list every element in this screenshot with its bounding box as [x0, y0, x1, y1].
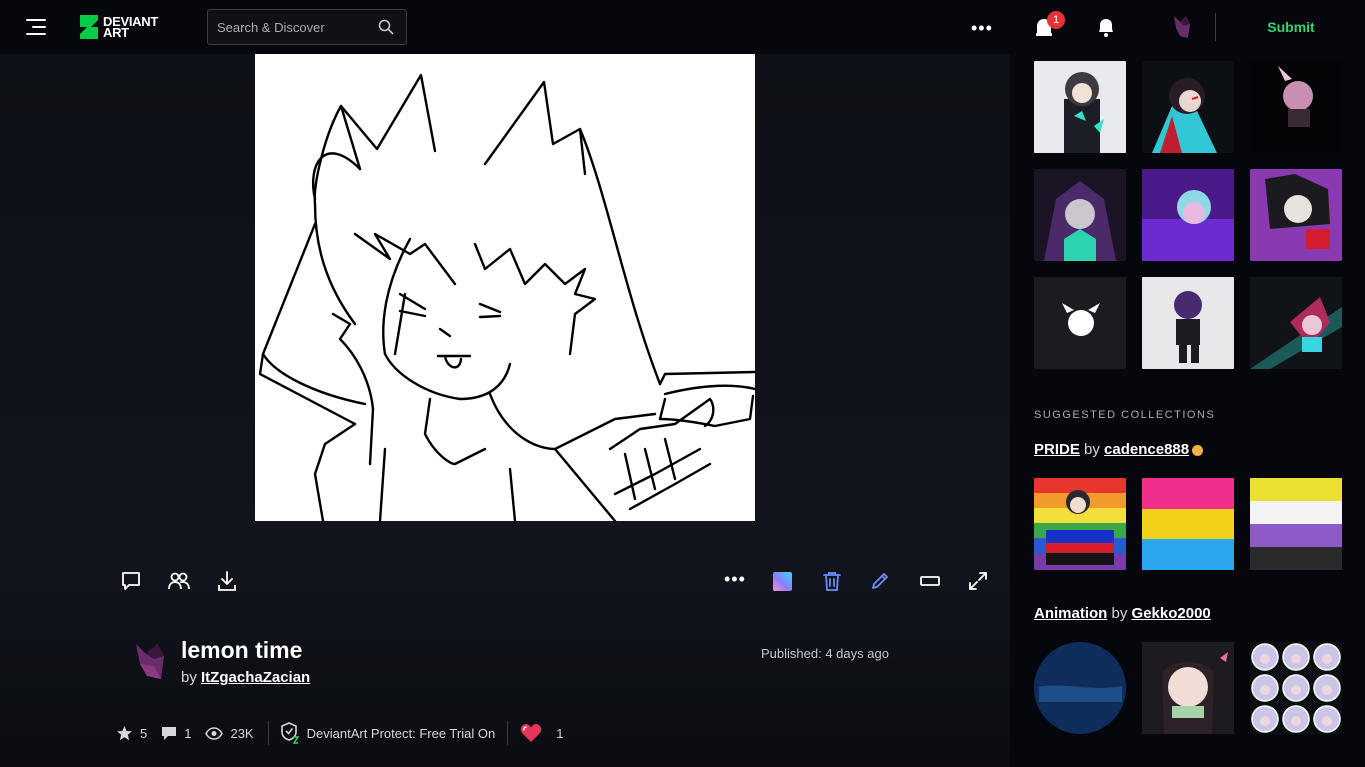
header-divider [1215, 13, 1216, 41]
download-icon[interactable] [216, 570, 238, 592]
comments-stat[interactable]: 1 [161, 726, 191, 741]
collection-thumb[interactable] [1142, 478, 1234, 570]
deviantart-logo[interactable]: DEVIANT ART [79, 14, 158, 40]
logo-text: DEVIANT ART [103, 14, 158, 40]
collection-title: PRIDE by cadence888 [1034, 441, 1204, 458]
more-like-this-thumb[interactable] [1034, 277, 1126, 369]
comment-icon[interactable] [120, 570, 142, 592]
collection-thumb[interactable] [1250, 642, 1342, 734]
core-member-icon [1192, 444, 1204, 456]
collection-name-link[interactable]: Animation [1034, 605, 1107, 622]
search-input[interactable] [208, 19, 368, 35]
collection-thumb[interactable] [1250, 478, 1342, 570]
views-stat: 23K [205, 726, 254, 741]
suggested-collections-heading: SUGGESTED COLLECTIONS [1034, 409, 1216, 421]
edit-icon[interactable] [869, 570, 891, 592]
top-navigation-bar: DEVIANT ART ••• 1 Submit [0, 0, 1365, 54]
published-date: Published: 4 days ago [761, 646, 889, 661]
comment-count-icon [162, 726, 177, 740]
collection-owner-link[interactable]: Gekko2000 [1132, 605, 1211, 622]
more-like-this-thumb[interactable] [1142, 61, 1234, 153]
collection-thumb[interactable] [1034, 642, 1126, 734]
artwork-byline: by ItZgachaZacian [181, 669, 310, 686]
user-avatar[interactable] [1170, 14, 1194, 40]
delete-icon[interactable] [821, 570, 843, 592]
by-label: by [181, 669, 197, 686]
star-icon [117, 725, 132, 740]
author-link[interactable]: ItZgachaZacian [201, 669, 310, 686]
more-like-this-thumb[interactable] [1250, 61, 1342, 153]
fullscreen-icon[interactable] [967, 570, 989, 592]
shield-icon [280, 722, 299, 744]
more-like-this-thumb[interactable] [1034, 169, 1126, 261]
collection-title: Animation by Gekko2000 [1034, 605, 1211, 622]
deviantart-logo-icon [80, 15, 98, 39]
artwork-image[interactable] [255, 54, 755, 521]
collection-thumb[interactable] [1142, 642, 1234, 734]
more-like-this-thumb[interactable] [1142, 277, 1234, 369]
more-like-this-thumb[interactable] [1034, 61, 1126, 153]
reactions-stat[interactable]: 1 [520, 723, 563, 743]
color-palette-icon[interactable] [773, 572, 792, 591]
search-icon[interactable] [378, 19, 394, 35]
menu-icon[interactable] [26, 19, 46, 35]
search-box[interactable] [207, 9, 407, 45]
stats-divider [267, 721, 269, 745]
more-actions-icon[interactable]: ••• [724, 569, 746, 591]
artwork-title: lemon time [181, 637, 303, 663]
submit-button[interactable]: Submit [1248, 12, 1334, 42]
more-like-this-thumb[interactable] [1142, 169, 1234, 261]
more-options-icon[interactable]: ••• [971, 18, 993, 39]
stats-divider [507, 721, 509, 745]
artwork-drawing [258, 73, 755, 521]
eye-icon [205, 726, 224, 740]
stats-bar: 5 1 23K DeviantArt Protect: Free Trial O… [116, 721, 563, 745]
more-like-this-thumb[interactable] [1250, 169, 1342, 261]
collection-thumb[interactable] [1034, 478, 1126, 570]
heart-icon [520, 724, 542, 742]
collection-name-link[interactable]: PRIDE [1034, 441, 1080, 458]
notification-badge: 1 [1047, 11, 1065, 29]
collection-owner-link[interactable]: cadence888 [1104, 441, 1189, 458]
watchers-icon[interactable] [168, 570, 190, 592]
author-avatar[interactable] [130, 640, 168, 682]
bell-icon[interactable] [1096, 16, 1116, 38]
more-like-this-thumb[interactable] [1250, 277, 1342, 369]
favourites-stat[interactable]: 5 [116, 725, 147, 742]
theater-mode-icon[interactable] [919, 570, 941, 592]
deviantart-protect[interactable]: DeviantArt Protect: Free Trial On [280, 722, 495, 744]
